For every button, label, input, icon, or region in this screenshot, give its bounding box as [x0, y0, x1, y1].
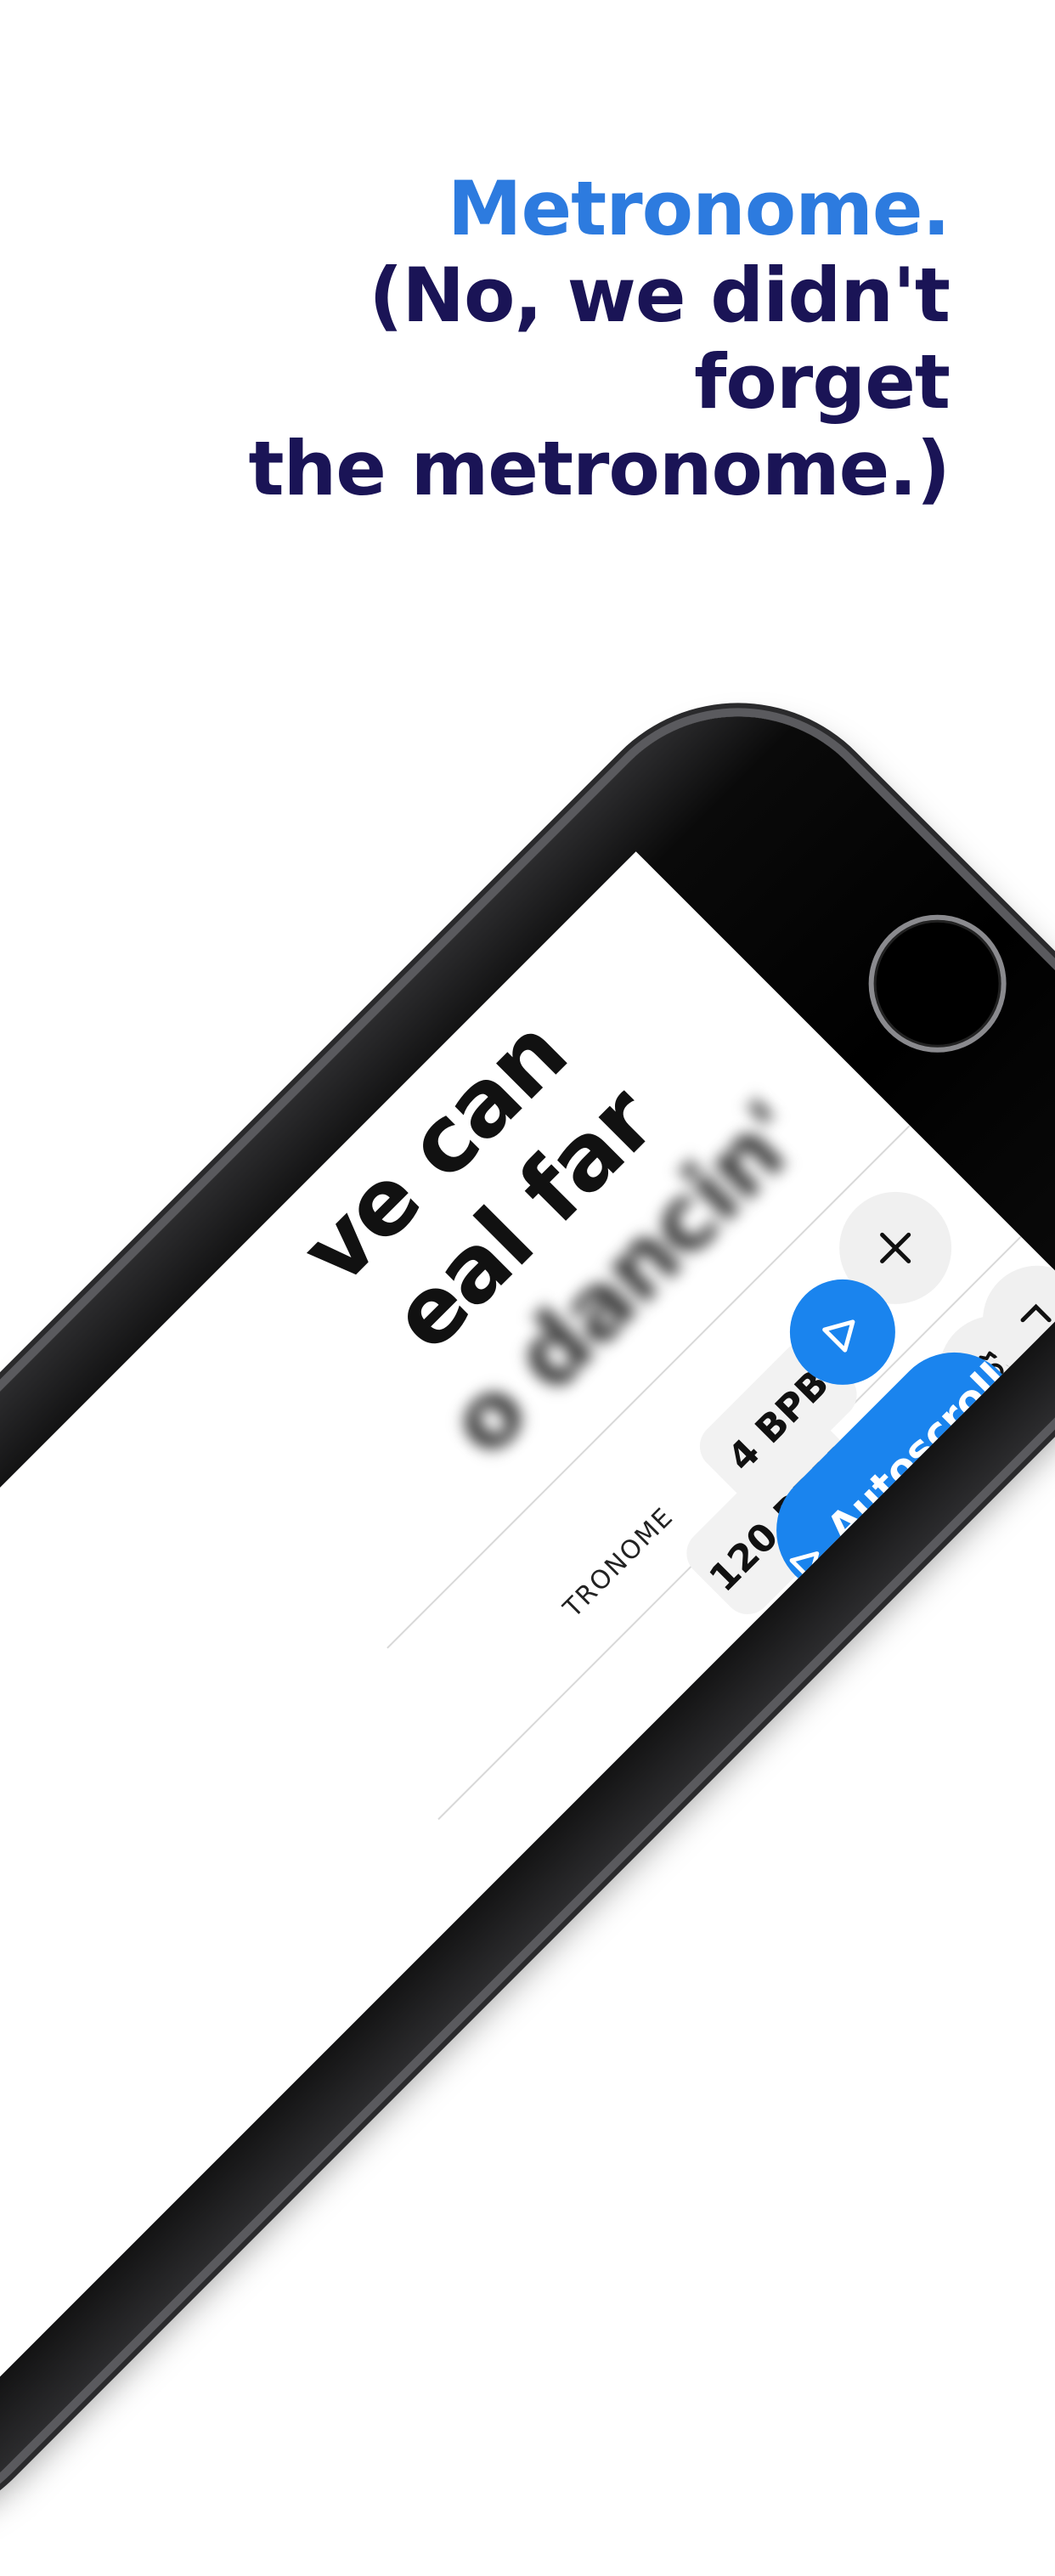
- play-icon: [822, 1319, 855, 1353]
- collapse-button[interactable]: [900, 1566, 1055, 1723]
- metronome-label: TRONOME: [557, 1501, 680, 1624]
- plus-icon: [880, 1232, 911, 1263]
- corner-icon: [962, 1642, 993, 1661]
- phone-scene: ve can eal far o dancin' TRONOME 4 BPB 1…: [0, 0, 1055, 2576]
